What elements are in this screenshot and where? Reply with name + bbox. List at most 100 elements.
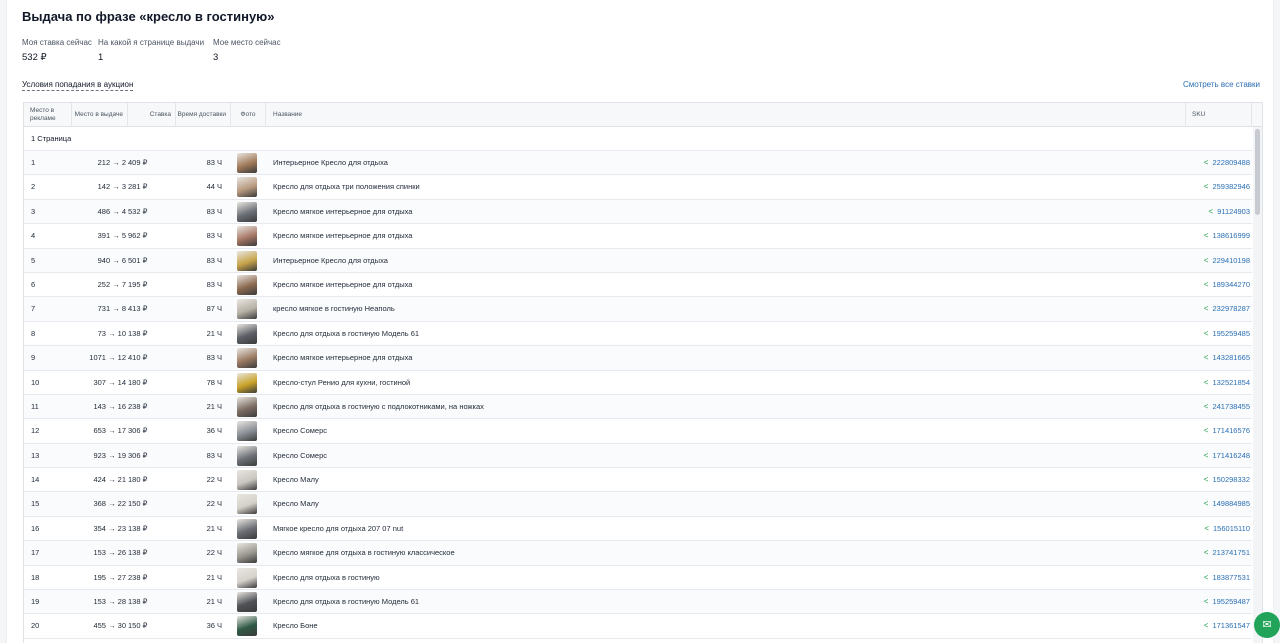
share-icon[interactable]: <: [1199, 249, 1209, 273]
table-row[interactable]: 19 153 → 28 138 ₽ 21 Ч Кресло для отдыха в г…: [24, 590, 1252, 615]
sku-link[interactable]: <150298332: [1188, 468, 1250, 492]
sku-link[interactable]: <149884985: [1188, 492, 1250, 516]
sku-link[interactable]: <189344270: [1188, 273, 1250, 297]
product-photo[interactable]: [237, 494, 257, 515]
sku-link[interactable]: <195259485: [1188, 322, 1250, 346]
share-icon[interactable]: <: [1199, 224, 1209, 248]
product-photo[interactable]: [237, 348, 257, 369]
product-photo[interactable]: [237, 177, 257, 198]
header-ad-place[interactable]: Место в рекламе: [24, 103, 72, 127]
share-icon[interactable]: <: [1199, 175, 1209, 199]
product-photo[interactable]: [237, 250, 257, 271]
sku-link[interactable]: <195259487: [1188, 590, 1250, 614]
product-photo[interactable]: [237, 616, 257, 637]
table-row[interactable]: 7 731 → 8 413 ₽ 87 Ч кресло мягкое в гостину…: [24, 297, 1252, 322]
sku-link[interactable]: <156015110: [1188, 517, 1250, 541]
header-sku[interactable]: SKU: [1186, 103, 1252, 127]
table-row[interactable]: 13 923 → 19 306 ₽ 83 Ч Кресло Сомерс <1714162…: [24, 443, 1252, 469]
table-row[interactable]: 12 653 → 17 306 ₽ 36 Ч Кресло Сомерс <1714165…: [24, 419, 1252, 444]
table-row[interactable]: 15 368 → 22 150 ₽ 22 Ч Кресло Малу <149884985: [24, 492, 1252, 517]
table-row[interactable]: 11 143 → 16 238 ₽ 21 Ч Кресло для отдыха в г…: [24, 394, 1252, 420]
table-row[interactable]: 6 252 → 7 195 ₽ 83 Ч Кресло мягкое интерьерн…: [24, 273, 1252, 298]
product-photo[interactable]: [237, 396, 257, 417]
product-photo[interactable]: [237, 445, 257, 466]
sku-link[interactable]: <183877531: [1188, 566, 1250, 590]
search-place-cell: 153 → 28: [93, 597, 126, 607]
share-icon[interactable]: <: [1199, 346, 1209, 370]
product-photo[interactable]: [237, 470, 257, 491]
product-photo[interactable]: [237, 153, 257, 173]
sku-link[interactable]: <213741751: [1188, 541, 1250, 565]
sku-link[interactable]: <259382946: [1188, 175, 1250, 199]
table-row[interactable]: 1 212 → 2 409 ₽ 83 Ч Интерьерное Кресло для …: [24, 151, 1252, 176]
table-row[interactable]: 8 73 → 10 138 ₽ 21 Ч Кресло для отдыха в гос…: [24, 322, 1252, 347]
share-icon[interactable]: <: [1199, 395, 1209, 419]
table-row[interactable]: 5 940 → 6 501 ₽ 83 Ч Интерьерное Кресло для …: [24, 248, 1252, 273]
product-photo[interactable]: [237, 592, 257, 613]
ad-place-cell: 19: [31, 597, 40, 607]
sku-value: 229410198: [1212, 255, 1250, 265]
product-photo[interactable]: [237, 543, 257, 564]
table-row[interactable]: 10 307 → 14 180 ₽ 78 Ч Кресло-стул Ренио для…: [24, 371, 1252, 395]
share-icon[interactable]: <: [1199, 492, 1209, 516]
share-icon[interactable]: <: [1199, 468, 1209, 492]
table-row[interactable]: 16 354 → 23 138 ₽ 21 Ч Мягкое кресло для отд…: [24, 517, 1252, 542]
header-search-place[interactable]: Место в выдаче: [72, 103, 128, 127]
share-icon[interactable]: <: [1199, 566, 1209, 590]
share-icon[interactable]: <: [1199, 273, 1209, 297]
share-icon[interactable]: <: [1199, 590, 1209, 614]
product-photo[interactable]: [237, 226, 257, 247]
share-icon[interactable]: <: [1199, 371, 1209, 395]
product-photo[interactable]: [237, 421, 257, 442]
product-photo[interactable]: [237, 518, 257, 539]
header-bid[interactable]: Ставка: [128, 103, 176, 127]
table-row[interactable]: 20 455 → 30 150 ₽ 36 Ч Кресло Боне <171361547: [24, 614, 1252, 639]
sku-link[interactable]: <91124903: [1188, 200, 1250, 224]
auction-conditions-link[interactable]: Условия попадания в аукцион: [22, 80, 134, 91]
search-results-panel: Выдача по фразе «кресло в гостиную» Моя …: [6, 0, 1274, 643]
sku-link[interactable]: <132521854: [1188, 371, 1250, 395]
share-icon[interactable]: <: [1204, 200, 1214, 224]
product-photo[interactable]: [237, 567, 257, 588]
view-all-bids-link[interactable]: Смотреть все ставки: [1183, 80, 1260, 89]
sku-link[interactable]: <171361547: [1188, 614, 1250, 638]
bid-cell: 306 ₽: [128, 450, 148, 460]
table-row[interactable]: 17 153 → 26 138 ₽ 22 Ч Кресло мягкое для отд…: [24, 541, 1252, 566]
table-row[interactable]: 18 195 → 27 238 ₽ 21 Ч Кресло для отдыха в г…: [24, 566, 1252, 591]
sku-link[interactable]: <138616999: [1188, 224, 1250, 248]
table-row[interactable]: 3 486 → 4 532 ₽ 83 Ч Кресло мягкое интерьерн…: [24, 199, 1252, 225]
product-photo[interactable]: [237, 372, 257, 393]
search-place-cell: 1071 → 12: [89, 353, 126, 363]
sku-link[interactable]: <222809488: [1188, 151, 1250, 175]
bid-cell: 962 ₽: [128, 231, 148, 241]
sku-link[interactable]: <232978287: [1188, 297, 1250, 321]
product-photo[interactable]: [237, 323, 257, 344]
share-icon[interactable]: <: [1199, 541, 1209, 565]
table-row[interactable]: 14 424 → 21 180 ₽ 22 Ч Кресло Малу <150298332: [24, 468, 1252, 493]
scrollbar-thumb[interactable]: [1255, 129, 1260, 215]
chat-button[interactable]: ✉: [1254, 612, 1280, 638]
sku-link[interactable]: <171416576: [1188, 419, 1250, 443]
sku-link[interactable]: <241738455: [1188, 395, 1250, 419]
product-photo[interactable]: [237, 274, 257, 295]
sku-link[interactable]: <171416248: [1188, 444, 1250, 468]
sku-link[interactable]: <143281665: [1188, 346, 1250, 370]
product-photo[interactable]: [237, 201, 257, 222]
share-icon[interactable]: <: [1199, 419, 1209, 443]
share-icon[interactable]: <: [1199, 297, 1209, 321]
table-row[interactable]: 2 142 → 3 281 ₽ 44 Ч Кресло для отдыха три п…: [24, 175, 1252, 200]
share-icon[interactable]: <: [1200, 517, 1209, 541]
sku-link[interactable]: <229410198: [1188, 249, 1250, 273]
table-row[interactable]: 4 391 → 5 962 ₽ 83 Ч Кресло мягкое интерьерн…: [24, 224, 1252, 249]
share-icon[interactable]: <: [1199, 151, 1209, 175]
header-delivery[interactable]: Время доставки: [176, 103, 231, 127]
table-row[interactable]: 9 1071 → 12 410 ₽ 83 Ч Кресло мягкое интерье…: [24, 346, 1252, 371]
header-name[interactable]: Название: [266, 103, 1186, 127]
share-icon[interactable]: <: [1199, 444, 1209, 468]
sku-value: 150298332: [1212, 475, 1250, 485]
product-photo[interactable]: [237, 299, 257, 320]
share-icon[interactable]: <: [1199, 614, 1209, 638]
table-scrollbar[interactable]: [1253, 127, 1262, 643]
share-icon[interactable]: <: [1199, 322, 1209, 346]
ad-place-cell: 17: [31, 548, 40, 558]
